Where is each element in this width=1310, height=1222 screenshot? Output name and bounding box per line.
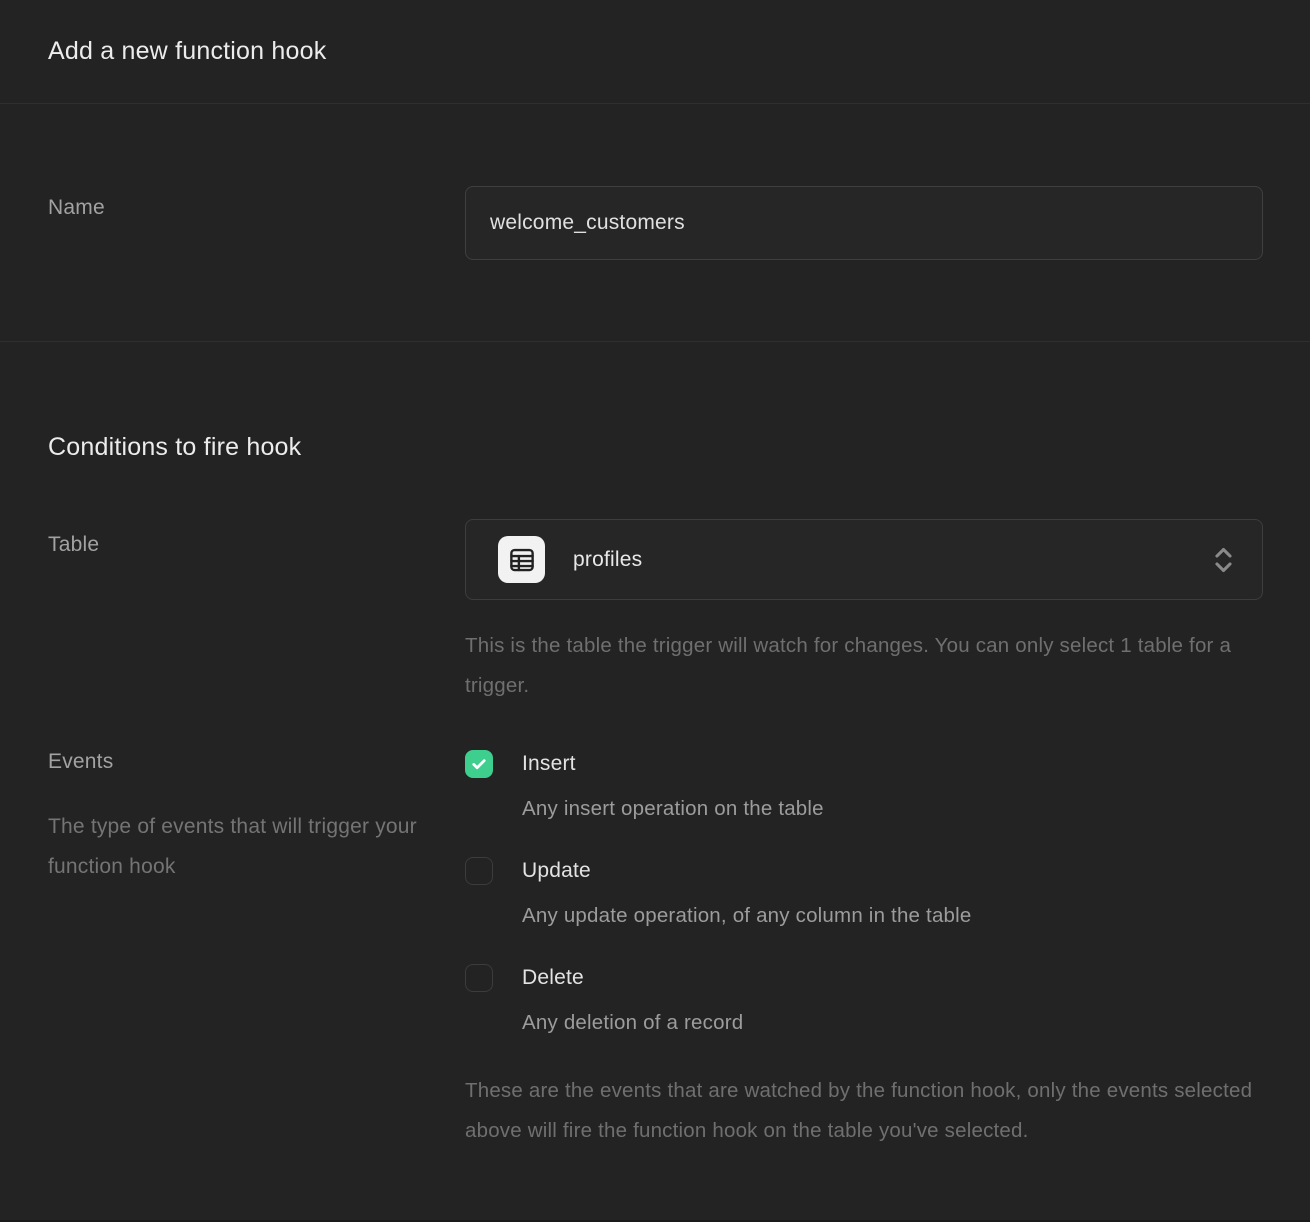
add-function-hook-panel: Add a new function hook Name Conditions … [0, 0, 1310, 1222]
insert-label[interactable]: Insert [522, 750, 824, 778]
conditions-heading: Conditions to fire hook [48, 431, 1263, 463]
update-label[interactable]: Update [522, 857, 972, 885]
table-select[interactable]: profiles [465, 519, 1263, 600]
event-option-insert: Insert Any insert operation on the table [465, 750, 1263, 823]
events-help-text: These are the events that are watched by… [465, 1071, 1263, 1151]
insert-checkbox[interactable] [465, 750, 493, 778]
table-row: Table profiles [48, 519, 1263, 706]
delete-label[interactable]: Delete [522, 964, 743, 992]
name-label: Name [48, 186, 435, 220]
events-description: The type of events that will trigger you… [48, 807, 418, 887]
name-label-column: Name [48, 186, 465, 341]
event-option-delete: Delete Any deletion of a record [465, 964, 1263, 1037]
events-options-column: Insert Any insert operation on the table… [465, 750, 1263, 1151]
insert-description: Any insert operation on the table [522, 795, 824, 823]
name-field-column [465, 186, 1263, 341]
table-field-column: profiles This is the table the trigger w… [465, 519, 1263, 706]
table-label-column: Table [48, 519, 465, 706]
events-label-column: Events The type of events that will trig… [48, 750, 465, 1151]
update-checkbox[interactable] [465, 857, 493, 885]
table-help-text: This is the table the trigger will watch… [465, 626, 1263, 706]
events-label: Events [48, 750, 435, 774]
chevrons-up-down-icon [1213, 543, 1234, 577]
table-label: Table [48, 519, 435, 557]
check-icon [470, 755, 488, 773]
page-title: Add a new function hook [48, 33, 1262, 69]
delete-option-texts: Delete Any deletion of a record [522, 964, 743, 1037]
name-section: Name [0, 104, 1310, 342]
event-option-update: Update Any update operation, of any colu… [465, 857, 1263, 930]
delete-description: Any deletion of a record [522, 1009, 743, 1037]
table-icon [498, 536, 545, 583]
update-description: Any update operation, of any column in t… [522, 902, 972, 930]
insert-option-texts: Insert Any insert operation on the table [522, 750, 824, 823]
conditions-section: Conditions to fire hook Table [0, 342, 1310, 1151]
dialog-header: Add a new function hook [0, 0, 1310, 104]
name-input[interactable] [465, 186, 1263, 260]
delete-checkbox[interactable] [465, 964, 493, 992]
table-select-value: profiles [573, 548, 1213, 572]
events-row: Events The type of events that will trig… [48, 750, 1263, 1151]
update-option-texts: Update Any update operation, of any colu… [522, 857, 972, 930]
